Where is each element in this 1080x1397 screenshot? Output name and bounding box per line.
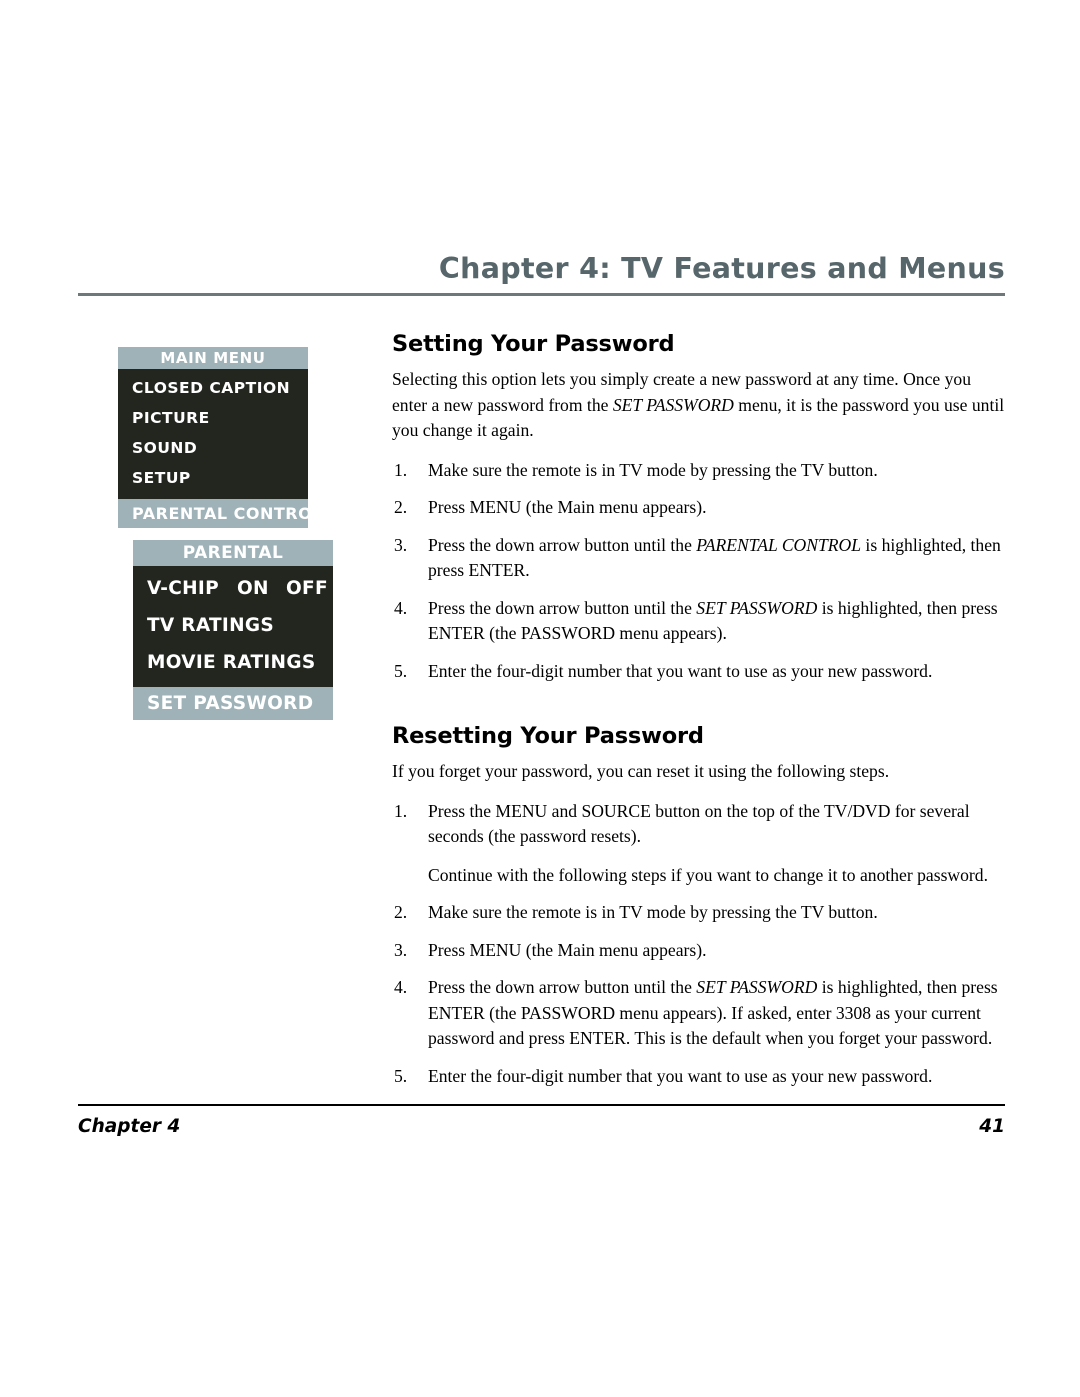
v-chip-option-on: ON [237,578,269,599]
footer-divider [78,1104,1005,1106]
step-text: Make sure the remote is in TV mode by pr… [428,902,878,922]
list-item: 3. Press the down arrow button until the … [392,533,1006,584]
page-number: 41 [979,1116,1005,1137]
step-text: Press MENU (the Main menu appears). [428,939,707,960]
main-menu-body: CLOSED CAPTION PICTURE SOUND SETUP [118,369,308,499]
parental-menu-title: PARENTAL CONTROL [133,540,333,566]
list-item: 4. Press the down arrow button until the … [392,596,1006,647]
step-text: Enter the four-digit number that you wan… [428,1065,933,1086]
list-item: 2. Make sure the remote is in TV mode by … [392,900,1006,926]
parental-menu-item-set-password-selected: SET PASSWORD [133,687,333,720]
step-number: 4. [394,977,408,997]
page-header: Chapter 4: TV Features and Menus [78,252,1005,298]
resetting-steps-list: 1. Press the MENU and SOURCE button on th… [392,799,1006,1090]
list-item: 4. Press the down arrow button until the … [392,975,1006,1052]
main-menu-item-parental-control-selected: PARENTAL CONTROL [118,499,308,528]
step-text-a: Press the down arrow button until the [428,534,697,555]
list-item: 5. Enter the four-digit number that you w… [392,1064,1006,1090]
main-menu-item-picture: PICTURE [132,409,210,427]
step-text: Press MENU (the Main menu appears). [428,497,707,517]
step-text: Make sure the remote is in TV mode by pr… [428,459,878,480]
step-number: 4. [394,597,408,618]
step-number: 2. [394,902,408,922]
list-item: 5. Enter the four-digit number that you w… [392,659,1006,685]
setting-intro-paragraph: Selecting this option lets you simply cr… [392,367,1006,444]
v-chip-option-off: OFF [286,578,328,599]
resetting-intro-paragraph: If you forget your password, you can res… [392,761,890,781]
header-divider [78,293,1005,296]
parental-menu-item-v-chip: V-CHIP ON OFF [133,570,333,607]
main-menu-title: MAIN MENU [118,347,308,369]
list-item: 1. Make sure the remote is in TV mode by … [392,458,1006,484]
step-text-a: Press the down arrow button until the [428,597,697,618]
chapter-title: Chapter 4: TV Features and Menus [438,252,1005,285]
step-emphasis: SET PASSWORD [696,977,818,997]
parental-menu-item-tv-ratings: TV RATINGS [147,615,274,636]
v-chip-label: V-CHIP [147,578,219,599]
step-number: 2. [394,497,408,517]
list-item: 3. Press MENU (the Main menu appears). [392,938,1006,964]
step-number: 3. [394,534,408,555]
main-menu-item-sound: SOUND [132,439,198,457]
parental-control-menu-graphic: PARENTAL CONTROL V-CHIP ON OFF TV RATING… [133,540,333,720]
heading-setting-your-password: Setting Your Password [392,331,675,357]
step-emphasis: PARENTAL CONTROL [696,534,862,555]
content-column: Setting Your Password Selecting this opt… [392,330,1006,1101]
step-number: 1. [394,800,408,821]
main-menu-item-closed-caption: CLOSED CAPTION [132,379,291,397]
step-continuation-note: Continue with the following steps if you… [428,864,988,885]
setting-steps-list: 1. Make sure the remote is in TV mode by … [392,458,1006,685]
step-number: 3. [394,939,408,960]
step-text-a: Press the down arrow button until the [428,977,697,997]
step-number: 1. [394,459,408,480]
list-item: 2. Press MENU (the Main menu appears). [392,495,1006,521]
step-number: 5. [394,1065,408,1086]
main-menu-graphic: MAIN MENU CLOSED CAPTION PICTURE SOUND S… [118,347,308,528]
step-emphasis: SET PASSWORD [696,597,818,618]
main-menu-item-setup: SETUP [132,469,191,487]
setting-intro-emphasis: SET PASSWORD [612,394,734,415]
step-text: Enter the four-digit number that you wan… [428,660,933,681]
step-number: 5. [394,660,408,681]
step-text: Press the MENU and SOURCE button on the … [428,800,970,847]
parental-menu-item-movie-ratings: MOVIE RATINGS [147,652,316,673]
parental-menu-body: V-CHIP ON OFF TV RATINGS MOVIE RATINGS [133,566,333,687]
footer-chapter-label: Chapter 4 [78,1116,181,1137]
list-item: 1. Press the MENU and SOURCE button on th… [392,799,1006,889]
heading-resetting-your-password: Resetting Your Password [392,723,704,749]
